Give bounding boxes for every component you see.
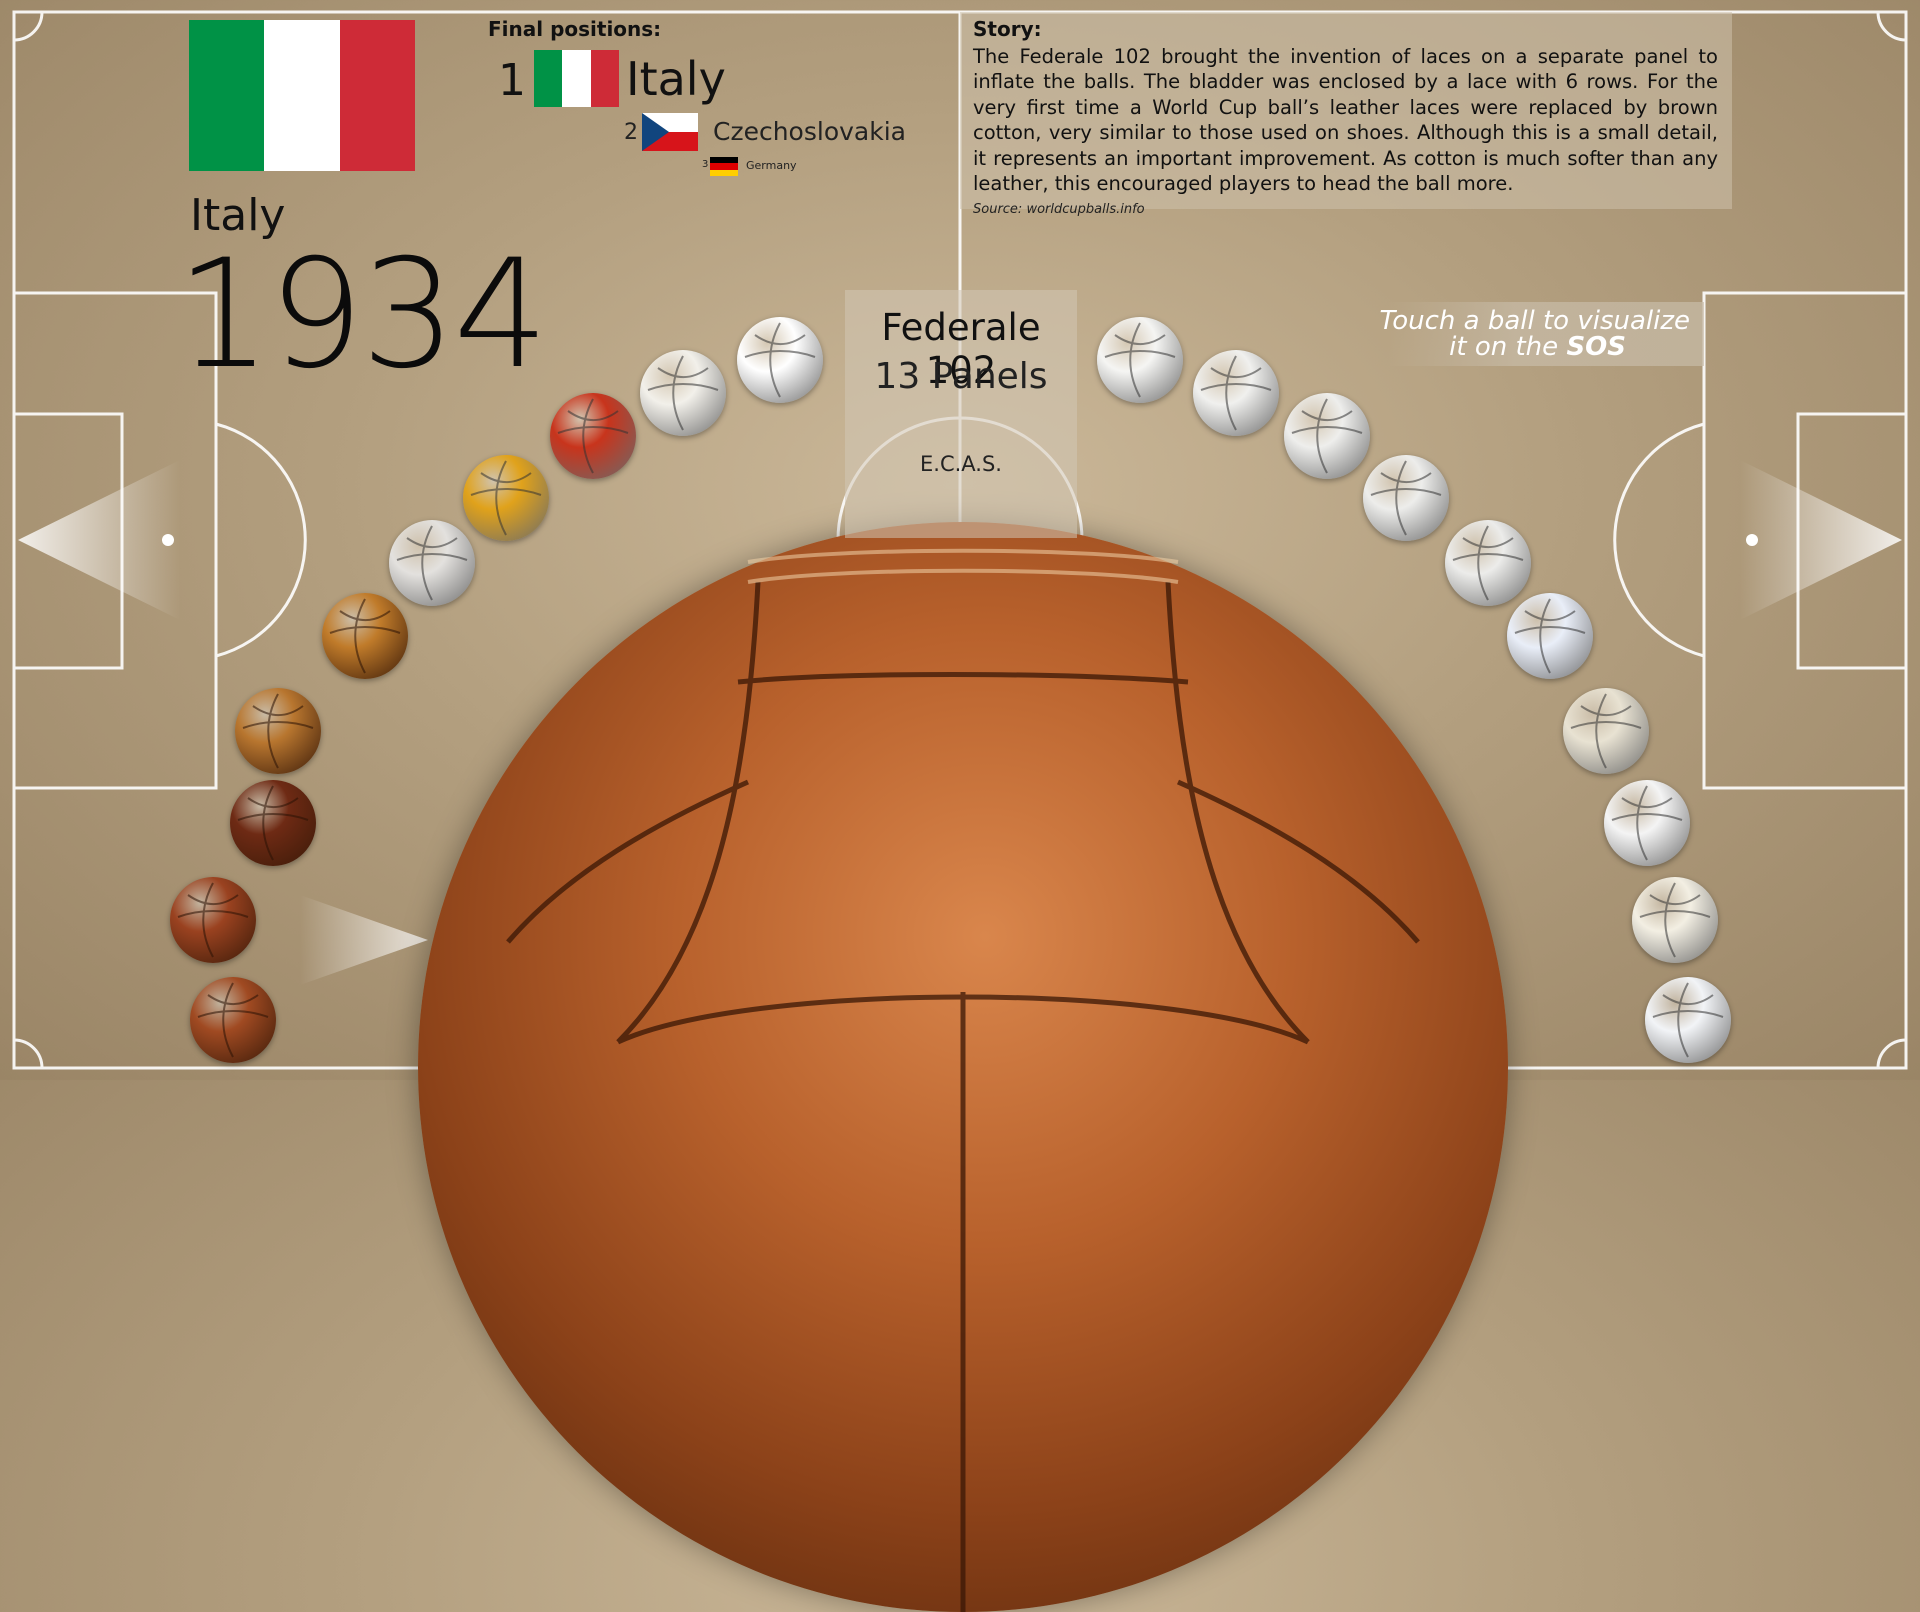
- hint-line-2-prefix: it on the: [1449, 332, 1567, 362]
- ball-2014-icon[interactable]: [1645, 977, 1731, 1063]
- second-place-rank: 2: [624, 120, 638, 145]
- ball-1962-icon[interactable]: [463, 455, 549, 541]
- third-place-flag: [710, 157, 738, 176]
- story-source: Source: worldcupballs.info: [973, 202, 1145, 217]
- first-place-rank: 1: [498, 55, 526, 106]
- ball-1998-icon[interactable]: [1507, 593, 1593, 679]
- ball-1990-icon[interactable]: [1363, 455, 1449, 541]
- second-place-team: Czechoslovakia: [713, 117, 906, 146]
- ball-1982-icon[interactable]: [1193, 350, 1279, 436]
- selected-ball-image: [418, 522, 1508, 1612]
- third-place-rank: 3: [702, 159, 709, 170]
- selected-ball-maker: E.C.A.S.: [920, 452, 1002, 476]
- ball-2010-icon[interactable]: [1632, 877, 1718, 963]
- second-place-flag: [642, 113, 698, 151]
- ball-1974-icon[interactable]: [737, 317, 823, 403]
- hero-year: 1934: [176, 228, 549, 402]
- ball-1938-icon[interactable]: [230, 780, 316, 866]
- first-place-flag: [534, 50, 619, 107]
- ball-2006-icon[interactable]: [1604, 780, 1690, 866]
- ball-1934-icon[interactable]: [170, 877, 256, 963]
- hero-flag: [189, 20, 415, 171]
- story-title: Story:: [973, 17, 1042, 41]
- ball-1986-icon[interactable]: [1284, 393, 1370, 479]
- hint-sos: SOS: [1566, 332, 1626, 362]
- first-place-team: Italy: [626, 52, 726, 106]
- third-place-team: Germany: [746, 159, 797, 172]
- selected-ball-panels: 13 Panels: [874, 356, 1048, 397]
- ball-1978-icon[interactable]: [1097, 317, 1183, 403]
- story-text: The Federale 102 brought the invention o…: [973, 45, 1718, 196]
- ball-1966-icon[interactable]: [550, 393, 636, 479]
- ball-1950-icon[interactable]: [235, 688, 321, 774]
- final-positions-title: Final positions:: [488, 17, 662, 41]
- ball-2002-icon[interactable]: [1563, 688, 1649, 774]
- ball-1930-icon[interactable]: [190, 977, 276, 1063]
- ball-1970-icon[interactable]: [640, 350, 726, 436]
- hint-line-2: it on the SOS: [1370, 332, 1626, 362]
